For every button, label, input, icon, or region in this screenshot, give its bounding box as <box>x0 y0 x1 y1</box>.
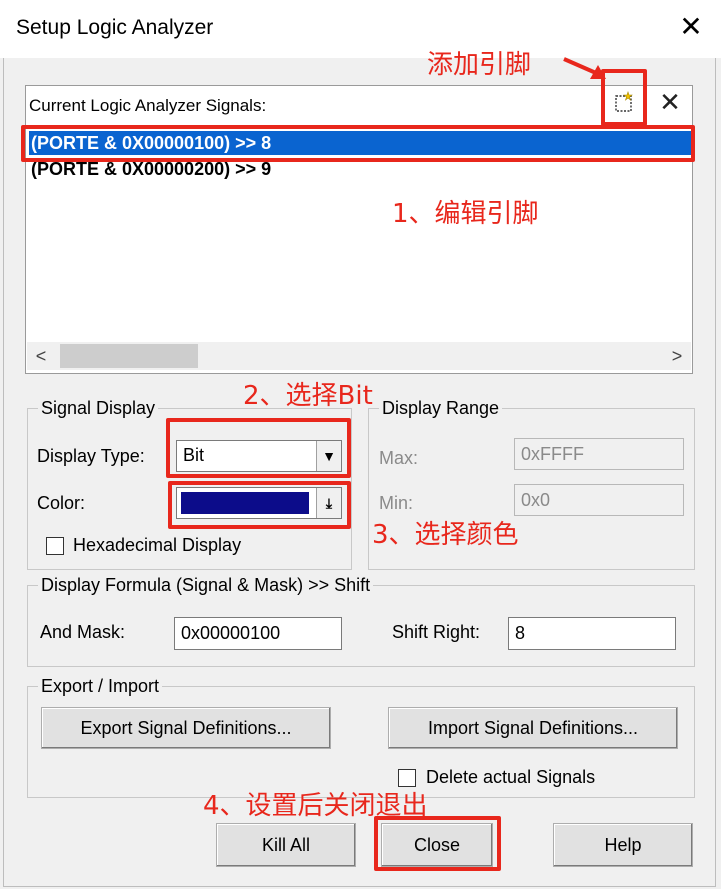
display-type-highlight <box>166 418 351 478</box>
window-title: Setup Logic Analyzer <box>16 16 214 39</box>
scrollbar-thumb[interactable] <box>60 344 198 368</box>
shift-right-label: Shift Right: <box>392 622 481 642</box>
signal-display-legend: Signal Display <box>41 398 156 418</box>
display-range-legend: Display Range <box>382 398 500 418</box>
color-highlight <box>168 481 351 529</box>
delete-actual-signals-label: Delete actual Signals <box>426 767 596 787</box>
display-formula-legend: Display Formula (Signal & Mask) >> Shift <box>41 575 371 595</box>
min-input: 0x0 <box>514 484 684 516</box>
close-highlight <box>374 816 501 871</box>
delete-signal-icon[interactable]: ✕ <box>658 89 682 115</box>
shift-right-input[interactable]: 8 <box>508 617 676 650</box>
annotation-select-color: 3、选择颜色 <box>372 520 519 550</box>
display-type-label: Display Type: <box>37 446 145 466</box>
export-signal-definitions-button[interactable]: Export Signal Definitions... <box>41 707 331 749</box>
kill-all-button[interactable]: Kill All <box>216 823 356 867</box>
help-button[interactable]: Help <box>553 823 693 867</box>
and-mask-label: And Mask: <box>40 622 126 642</box>
signals-label: Current Logic Analyzer Signals: <box>29 96 267 115</box>
arrow-icon <box>563 57 606 79</box>
max-input: 0xFFFF <box>514 438 684 470</box>
max-label: Max: <box>379 448 419 468</box>
close-window-icon[interactable]: ✕ <box>676 12 706 42</box>
hexadecimal-display-checkbox[interactable] <box>46 537 64 555</box>
annotation-edit-pin: 1、编辑引脚 <box>392 199 539 229</box>
edit-pin-highlight <box>21 125 695 162</box>
import-signal-definitions-button[interactable]: Import Signal Definitions... <box>388 707 678 749</box>
scroll-left-icon[interactable]: < <box>30 344 52 368</box>
annotation-close-exit: 4、设置后关闭退出 <box>203 791 428 821</box>
and-mask-input[interactable]: 0x00000100 <box>174 617 342 650</box>
min-label: Min: <box>379 493 414 513</box>
annotation-select-bit: 2、选择Bit <box>243 381 373 411</box>
annotation-add-pin: 添加引脚 <box>427 50 532 80</box>
export-import-legend: Export / Import <box>41 676 160 696</box>
color-label: Color: <box>37 493 86 513</box>
hexadecimal-display-label: Hexadecimal Display <box>73 535 242 555</box>
scroll-right-icon[interactable]: > <box>666 344 688 368</box>
